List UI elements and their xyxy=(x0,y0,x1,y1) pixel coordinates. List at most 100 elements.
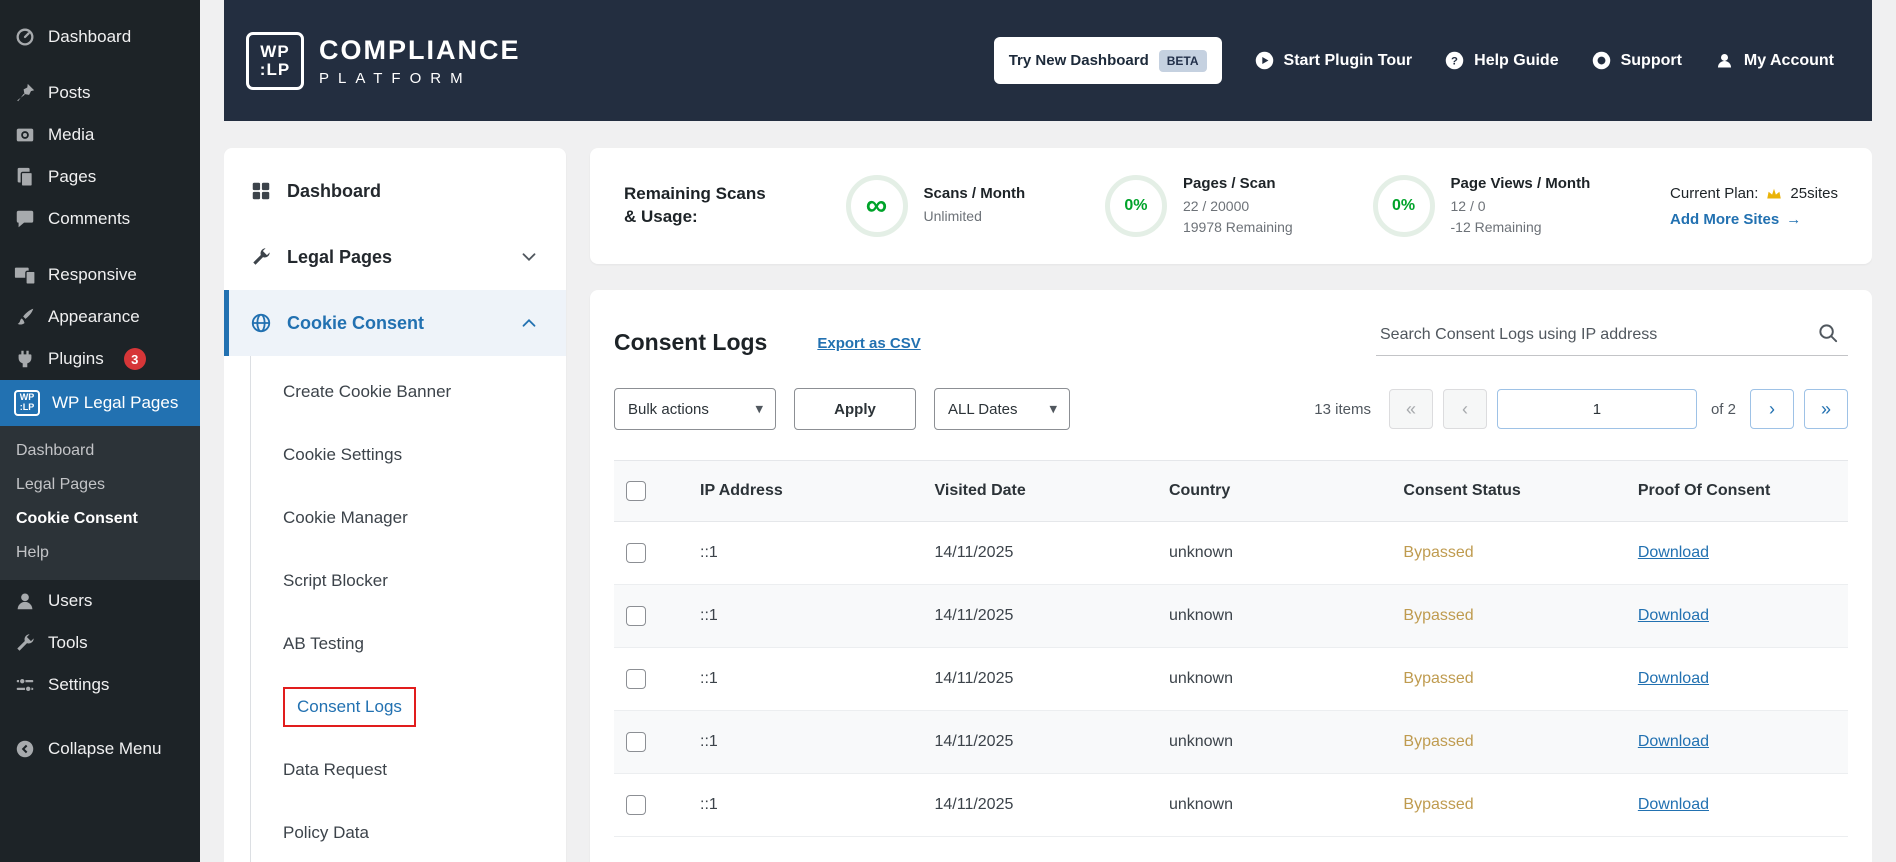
subnav-cookie-settings[interactable]: Cookie Settings xyxy=(251,423,566,486)
search-area xyxy=(1376,318,1848,356)
plugins-update-badge: 3 xyxy=(123,348,146,370)
subnav-create-cookie-banner[interactable]: Create Cookie Banner xyxy=(251,360,566,423)
sidebar-item-wp-legal-pages[interactable]: WP:LP WP Legal Pages xyxy=(0,380,200,426)
page-title: Consent Logs xyxy=(614,329,768,355)
sidebar-item-comments[interactable]: Comments xyxy=(0,198,200,240)
bulk-actions-select-wrap: Bulk actions xyxy=(614,388,776,430)
sidebar-item-label: Settings xyxy=(48,675,110,694)
subnav-consent-logs[interactable]: Consent Logs xyxy=(251,675,566,738)
submenu-item-dashboard[interactable]: Dashboard xyxy=(0,434,200,468)
comments-icon xyxy=(16,210,34,228)
download-link[interactable]: Download xyxy=(1638,544,1709,561)
plugin-header: WP :LP COMPLIANCE PLATFORM Try New Dashb… xyxy=(224,0,1872,121)
table-row: ::1 14/11/2025 unknown Bypassed Download xyxy=(614,647,1848,711)
sidebar-item-label: Comments xyxy=(48,209,131,228)
sidebar-item-posts[interactable]: Posts xyxy=(0,72,200,114)
bulk-actions-select[interactable]: Bulk actions xyxy=(614,388,776,430)
sidebar-item-media[interactable]: Media xyxy=(0,114,200,156)
sidebar-item-label: Tools xyxy=(48,633,88,652)
consent-logs-annotation-box: Consent Logs xyxy=(283,686,416,727)
download-link[interactable]: Download xyxy=(1638,607,1709,624)
plugin-nav-cookie-consent[interactable]: Cookie Consent xyxy=(224,290,566,356)
sidebar-item-appearance[interactable]: Appearance xyxy=(0,296,200,338)
stat-page-views-per-month: 0% Page Views / Month 12 / 0 -12 Remaini… xyxy=(1372,175,1590,237)
sidebar-item-dashboard[interactable]: Dashboard xyxy=(0,16,200,58)
help-guide-link[interactable]: ? Help Guide xyxy=(1444,50,1559,71)
svg-text:?: ? xyxy=(1451,55,1458,67)
start-plugin-tour-link[interactable]: Start Plugin Tour xyxy=(1254,50,1412,71)
subnav-cookie-manager[interactable]: Cookie Manager xyxy=(251,486,566,549)
row-checkbox[interactable] xyxy=(626,795,646,815)
download-link[interactable]: Download xyxy=(1638,733,1709,750)
consent-logs-header: Consent Logs Export as CSV xyxy=(614,318,1848,356)
cell-ip: ::1 xyxy=(688,647,923,711)
prev-page-button[interactable]: ‹ xyxy=(1442,389,1487,429)
sidebar-item-users[interactable]: Users xyxy=(0,580,200,622)
submenu-item-help[interactable]: Help xyxy=(0,536,200,570)
submenu-item-legal-pages[interactable]: Legal Pages xyxy=(0,468,200,502)
table-controls: Bulk actions Apply ALL Dates 13 items « … xyxy=(614,388,1848,430)
try-new-dashboard-button[interactable]: Try New Dashboard BETA xyxy=(993,37,1222,84)
download-link[interactable]: Download xyxy=(1638,796,1709,813)
stat-value: 12 / 0 xyxy=(1450,198,1486,215)
subnav-script-blocker[interactable]: Script Blocker xyxy=(251,549,566,612)
row-checkbox[interactable] xyxy=(626,543,646,563)
percent-donut: 0% xyxy=(1372,175,1435,237)
items-count: 13 items xyxy=(1314,400,1371,418)
submenu-item-cookie-consent[interactable]: Cookie Consent xyxy=(0,502,200,536)
cell-status: Bypassed xyxy=(1391,710,1626,774)
play-circle-icon xyxy=(1255,51,1273,70)
grid-icon xyxy=(252,182,270,200)
table-header-row: IP Address Visited Date Country Consent … xyxy=(614,460,1848,522)
wrench-icon xyxy=(17,634,34,651)
search-icon[interactable] xyxy=(1817,322,1840,345)
collapse-menu-button[interactable]: Collapse Menu xyxy=(0,728,200,770)
stat-scans-per-month: ∞ Scans / Month Unlimited xyxy=(845,175,1025,237)
wplp-logo-text: COMPLIANCE PLATFORM xyxy=(319,35,521,87)
cell-country: unknown xyxy=(1156,710,1392,774)
cell-country: unknown xyxy=(1156,647,1392,711)
plugin-nav-legal-pages[interactable]: Legal Pages xyxy=(224,224,566,290)
first-page-button[interactable]: « xyxy=(1388,389,1433,429)
cell-status: Bypassed xyxy=(1391,773,1626,837)
collapse-icon xyxy=(16,740,34,758)
subnav-ab-testing[interactable]: AB Testing xyxy=(251,612,566,675)
date-filter-select[interactable]: ALL Dates xyxy=(934,388,1070,430)
settings-icon xyxy=(16,677,34,693)
support-ring-icon xyxy=(1592,51,1610,70)
export-csv-link[interactable]: Export as CSV xyxy=(817,335,920,356)
sidebar-item-label: Users xyxy=(48,591,93,610)
cell-ip: ::1 xyxy=(688,773,923,837)
subnav-data-request[interactable]: Data Request xyxy=(251,738,566,801)
sidebar-item-settings[interactable]: Settings xyxy=(0,664,200,706)
content-area: WP :LP COMPLIANCE PLATFORM Try New Dashb… xyxy=(200,0,1896,862)
support-link[interactable]: Support xyxy=(1591,50,1682,71)
plugin-nav-dashboard[interactable]: Dashboard xyxy=(224,158,566,224)
apply-button[interactable]: Apply xyxy=(794,388,916,430)
sidebar-item-label: Dashboard xyxy=(48,27,132,46)
row-checkbox[interactable] xyxy=(626,669,646,689)
download-link[interactable]: Download xyxy=(1638,670,1709,687)
crown-icon xyxy=(1767,188,1782,198)
infinity-donut: ∞ xyxy=(845,175,908,237)
last-page-button[interactable]: » xyxy=(1804,389,1848,429)
search-input[interactable] xyxy=(1376,318,1848,356)
next-page-button[interactable]: › xyxy=(1750,389,1794,429)
stat-value: 22 / 20000 xyxy=(1182,198,1250,215)
table-row: ::1 14/11/2025 unknown Bypassed Download xyxy=(614,584,1848,648)
add-more-sites-link[interactable]: Add More Sites → xyxy=(1670,211,1838,228)
sidebar-item-label: Plugins xyxy=(48,349,104,368)
consent-logs-table: IP Address Visited Date Country Consent … xyxy=(614,460,1848,837)
current-page-input[interactable] xyxy=(1496,389,1697,429)
wplp-logo-icon: WP:LP xyxy=(14,390,40,416)
sidebar-item-pages[interactable]: Pages xyxy=(0,156,200,198)
sidebar-item-tools[interactable]: Tools xyxy=(0,622,200,664)
select-all-checkbox[interactable] xyxy=(626,481,646,501)
my-account-link[interactable]: My Account xyxy=(1714,50,1834,71)
total-pages-label: of 2 xyxy=(1710,400,1736,418)
subnav-policy-data[interactable]: Policy Data xyxy=(251,801,566,862)
sidebar-item-plugins[interactable]: Plugins 3 xyxy=(0,338,200,380)
sidebar-item-responsive[interactable]: Responsive xyxy=(0,254,200,296)
row-checkbox[interactable] xyxy=(626,606,646,626)
row-checkbox[interactable] xyxy=(626,732,646,752)
